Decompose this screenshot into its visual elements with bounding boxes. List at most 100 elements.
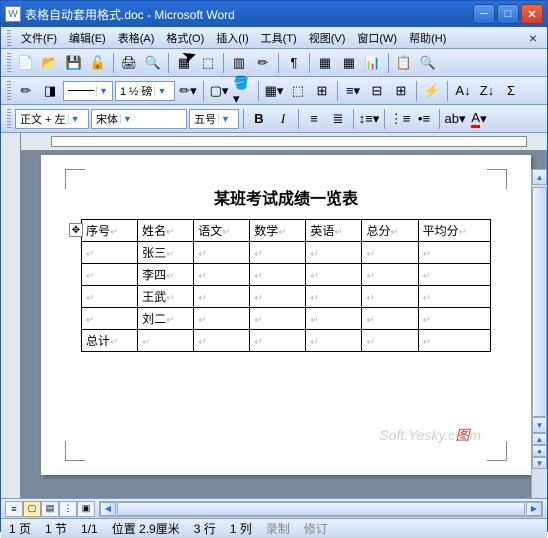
autosum-icon[interactable]: Σ xyxy=(500,80,522,102)
align-icon[interactable]: ≡▾ xyxy=(342,80,364,102)
menu-table[interactable]: 表格(A) xyxy=(112,28,161,48)
document-area: ✥ 某班考试成绩一览表 序号↵ 姓名↵ 语文↵ 数学↵ 英语↵ 总分↵ 平均分↵… xyxy=(1,133,547,498)
style-combo[interactable]: 正文 + 左▼ xyxy=(15,109,89,129)
insert-table-icon[interactable]: ▦▾ xyxy=(263,80,285,102)
menu-format[interactable]: 格式(O) xyxy=(160,28,210,48)
window-close-doc[interactable]: × xyxy=(525,30,541,46)
bold-button[interactable]: B xyxy=(248,108,270,130)
menu-insert[interactable]: 插入(I) xyxy=(210,28,254,48)
minimize-button[interactable]: ─ xyxy=(473,4,495,24)
status-line: 3 行 xyxy=(194,520,216,537)
zoom-icon[interactable]: 🔍 xyxy=(417,52,439,74)
numbering-icon[interactable]: ⋮≡ xyxy=(389,108,411,130)
table-border-icon[interactable]: ▦ xyxy=(173,52,195,74)
menu-edit[interactable]: 编辑(E) xyxy=(63,28,112,48)
status-position: 位置 2.9厘米 xyxy=(112,520,180,537)
line-spacing-icon[interactable]: ↕≡▾ xyxy=(358,108,380,130)
draw-table-icon[interactable]: ✏ xyxy=(15,80,37,102)
status-section: 1 节 xyxy=(45,520,67,537)
border-color-icon[interactable]: ✏▾ xyxy=(177,80,199,102)
print-layout-view-icon[interactable]: ▢ xyxy=(23,501,41,517)
menubar-handle[interactable] xyxy=(7,30,11,46)
horizontal-scrollbar[interactable]: ◀ ▶ xyxy=(99,501,543,517)
watermark: Soft.Yesky.c图m xyxy=(379,425,481,445)
document-title[interactable]: 某班考试成绩一览表 xyxy=(81,185,491,209)
toolbar-handle[interactable] xyxy=(7,81,11,101)
outside-border-icon[interactable]: ▢▾ xyxy=(208,80,230,102)
highlight-icon[interactable]: ab▾ xyxy=(444,108,466,130)
shading-color-icon[interactable]: 🪣▾ xyxy=(232,80,254,102)
scroll-down-icon[interactable]: ▼ xyxy=(532,417,547,433)
print-icon[interactable]: 🖨 xyxy=(118,52,140,74)
distribute-rows-icon[interactable]: ⊟ xyxy=(366,80,388,102)
sort-desc-icon[interactable]: Z↓ xyxy=(476,80,498,102)
menu-file[interactable]: 文件(F) xyxy=(15,28,63,48)
eraser-icon[interactable]: ◨ xyxy=(39,80,61,102)
eraser-icon[interactable]: ⬚ xyxy=(197,52,219,74)
status-page: 1 页 xyxy=(9,520,31,537)
font-combo[interactable]: 宋体▼ xyxy=(91,109,187,129)
data-table[interactable]: 序号↵ 姓名↵ 语文↵ 数学↵ 英语↵ 总分↵ 平均分↵ ↵张三↵↵↵↵↵↵ ↵… xyxy=(81,219,491,352)
toolbar-handle[interactable] xyxy=(7,53,11,73)
split-cells-icon[interactable]: ⊞ xyxy=(311,80,333,102)
status-rec[interactable]: 录制 xyxy=(266,520,290,537)
scroll-up-icon[interactable]: ▲ xyxy=(532,169,547,185)
font-size-combo[interactable]: 五号▼ xyxy=(189,109,239,129)
excel-icon[interactable]: ▦ xyxy=(338,52,360,74)
table-row: ↵王武↵↵↵↵↵↵ xyxy=(82,286,491,308)
reading-view-icon[interactable]: ▣ xyxy=(77,501,95,517)
formatting-toolbar: 正文 + 左▼ 宋体▼ 五号▼ B I ≡ ≣ ↕≡▾ ⋮≡ •≡ ab▾ A▾ xyxy=(1,105,547,133)
drawing-icon[interactable]: ✏ xyxy=(252,52,274,74)
browse-object-icon[interactable]: ● xyxy=(532,445,547,457)
italic-button[interactable]: I xyxy=(272,108,294,130)
table-header-row: 序号↵ 姓名↵ 语文↵ 数学↵ 英语↵ 总分↵ 平均分↵ xyxy=(82,220,491,242)
show-formatting-icon[interactable]: ¶ xyxy=(283,52,305,74)
scroll-left-icon[interactable]: ◀ xyxy=(100,502,116,516)
toolbar-handle[interactable] xyxy=(7,109,11,129)
horizontal-ruler[interactable] xyxy=(21,133,547,151)
line-style-combo[interactable]: ▼ xyxy=(63,81,113,101)
next-page-icon[interactable]: ▼ xyxy=(532,457,547,469)
chart-icon[interactable]: 📊 xyxy=(362,52,384,74)
scroll-thumb[interactable] xyxy=(532,187,547,417)
prev-page-icon[interactable]: ▲ xyxy=(532,433,547,445)
permissions-icon[interactable]: 🔓 xyxy=(87,52,109,74)
merge-cells-icon[interactable]: ⬚ xyxy=(287,80,309,102)
save-icon[interactable]: 💾 xyxy=(63,52,85,74)
distribute-cols-icon[interactable]: ⊞ xyxy=(390,80,412,102)
insert-table-icon[interactable]: ▦ xyxy=(314,52,336,74)
normal-view-icon[interactable]: ≡ xyxy=(5,501,23,517)
web-layout-view-icon[interactable]: ▤ xyxy=(41,501,59,517)
titlebar: W 表格自动套用格式.doc - Microsoft Word ─ □ ✕ xyxy=(1,1,547,27)
align-left-icon[interactable]: ≡ xyxy=(303,108,325,130)
menu-window[interactable]: 窗口(W) xyxy=(351,28,403,48)
scroll-right-icon[interactable]: ▶ xyxy=(526,502,542,516)
autoformat-icon[interactable]: ⚡ xyxy=(421,80,443,102)
menu-tools[interactable]: 工具(T) xyxy=(255,28,303,48)
vertical-scrollbar[interactable]: ▲ ▼ ▲ ● ▼ xyxy=(531,169,547,498)
outline-view-icon[interactable]: ⋮ xyxy=(59,501,77,517)
columns-icon[interactable]: ▥ xyxy=(228,52,250,74)
menubar: 文件(F) 编辑(E) 表格(A) 格式(O) 插入(I) 工具(T) 视图(V… xyxy=(1,27,547,49)
doc-map-icon[interactable]: 📋 xyxy=(393,52,415,74)
print-preview-icon[interactable]: 🔍 xyxy=(142,52,164,74)
bullets-icon[interactable]: •≡ xyxy=(413,108,435,130)
view-bar: ≡ ▢ ▤ ⋮ ▣ ◀ ▶ xyxy=(1,498,547,518)
sort-asc-icon[interactable]: A↓ xyxy=(452,80,474,102)
margin-corner xyxy=(65,441,85,461)
maximize-button[interactable]: □ xyxy=(497,4,519,24)
line-weight-combo[interactable]: 1 ½ 磅▼ xyxy=(115,81,175,101)
close-button[interactable]: ✕ xyxy=(521,4,543,24)
font-color-icon[interactable]: A▾ xyxy=(468,108,490,130)
document-page[interactable]: ✥ 某班考试成绩一览表 序号↵ 姓名↵ 语文↵ 数学↵ 英语↵ 总分↵ 平均分↵… xyxy=(41,155,531,475)
menu-view[interactable]: 视图(V) xyxy=(303,28,352,48)
vertical-ruler[interactable] xyxy=(1,133,21,498)
open-icon[interactable]: 📂 xyxy=(39,52,61,74)
menu-help[interactable]: 帮助(H) xyxy=(403,28,452,48)
new-doc-icon[interactable]: 📄 xyxy=(15,52,37,74)
status-col: 1 列 xyxy=(230,520,252,537)
status-rev[interactable]: 修订 xyxy=(304,520,328,537)
header-cell: 英语↵ xyxy=(306,220,362,242)
scroll-thumb[interactable] xyxy=(117,502,525,516)
align-justify-icon[interactable]: ≣ xyxy=(327,108,349,130)
